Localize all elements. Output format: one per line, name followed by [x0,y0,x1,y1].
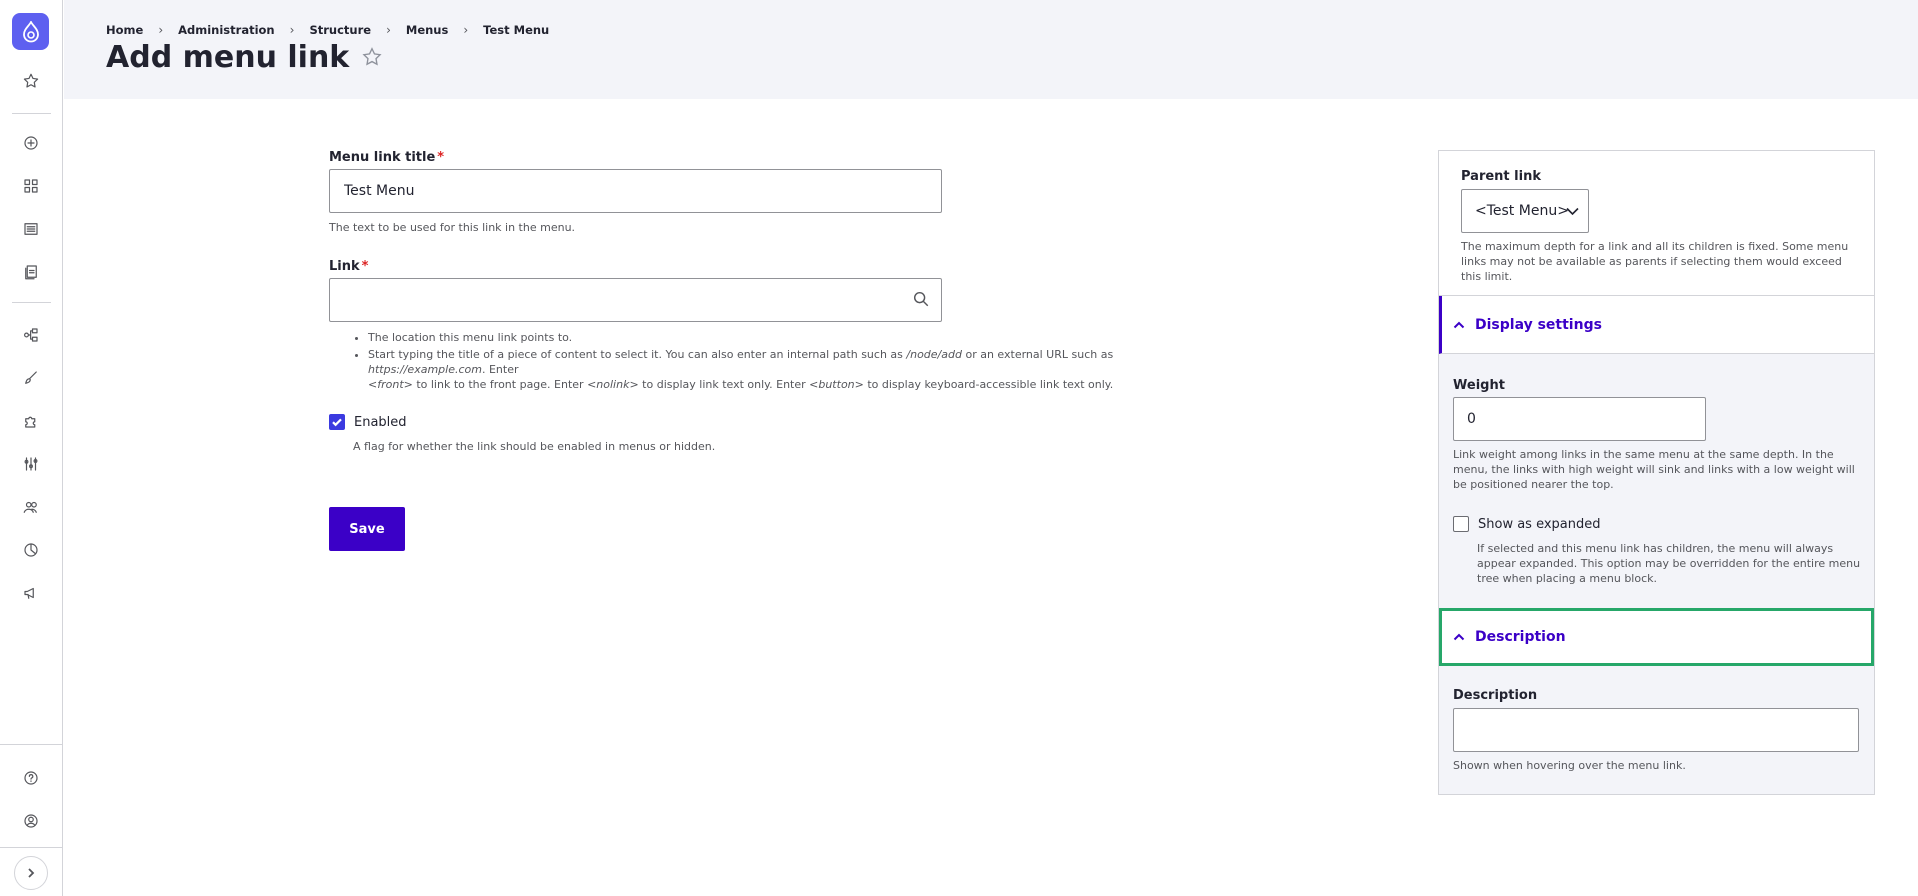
list-icon[interactable] [19,217,43,241]
parent-link-section: Parent link <Test Menu> The maximum dept… [1439,151,1874,296]
show-expanded-checkbox[interactable] [1453,516,1469,532]
link-help-list: The location this menu link points to. S… [368,330,1228,392]
description-input[interactable] [1453,708,1859,752]
parent-link-label: Parent link [1461,169,1541,184]
weight-label: Weight [1453,378,1505,393]
toolbar-divider [0,744,63,745]
drupal-logo-icon[interactable] [12,13,49,50]
description-toggle[interactable]: Description [1439,608,1874,666]
required-mark: * [361,259,369,274]
breadcrumb-menus[interactable]: Menus [406,23,448,37]
admin-toolbar [0,0,63,896]
description-section-label: Description [1475,629,1566,645]
link-help-item: The location this menu link points to. [368,330,1228,345]
link-input[interactable] [329,278,942,322]
chevron-up-icon [1453,321,1465,328]
plus-circle-icon[interactable] [19,131,43,155]
required-mark: * [437,150,445,165]
description-help: Shown when hovering over the menu link. [1453,759,1686,772]
page-header: Home › Administration › Structure › Menu… [64,0,1918,99]
menu-link-title-input[interactable] [329,169,942,213]
link-help-text: or an external URL such as [961,348,1114,361]
check-icon [332,418,342,427]
enabled-label[interactable]: Enabled [354,415,407,430]
puzzle-icon[interactable] [19,409,43,433]
weight-input[interactable]: 0 [1453,397,1706,441]
show-expanded-label[interactable]: Show as expanded [1478,517,1601,532]
display-settings-toggle[interactable]: Display settings [1439,296,1874,354]
breadcrumb-separator: › [289,23,295,37]
link-help-text: to display link text only. Enter [638,378,810,391]
save-button[interactable]: Save [329,507,405,551]
people-icon[interactable] [19,495,43,519]
link-help-text: The location this menu link points to. [368,331,573,344]
chevron-down-icon [1566,207,1579,216]
breadcrumb-home[interactable]: Home [106,23,143,37]
menu-link-title-label-text: Menu link title [329,150,436,165]
toolbar-divider [12,302,51,303]
page-title: Add menu link [106,40,385,75]
weight-value: 0 [1467,411,1476,427]
enabled-row: Enabled [329,414,1219,430]
link-help-example: <front> [368,378,413,391]
parent-link-select[interactable]: <Test Menu> [1461,189,1589,233]
description-label: Description [1453,688,1538,703]
structure-icon[interactable] [19,323,43,347]
link-help-item: Start typing the title of a piece of con… [368,347,1228,392]
breadcrumb-structure[interactable]: Structure [309,23,371,37]
show-expanded-row: Show as expanded [1453,516,1601,532]
chevron-up-icon [1453,633,1465,641]
user-icon[interactable] [19,809,43,833]
brush-icon[interactable] [19,366,43,390]
link-help-example: https://example.com [368,363,482,376]
megaphone-icon[interactable] [19,581,43,605]
sliders-icon[interactable] [19,452,43,476]
menu-link-sidebar: Parent link <Test Menu> The maximum dept… [1438,150,1875,795]
show-expanded-description: If selected and this menu link has child… [1477,542,1861,585]
toolbar-divider [0,847,63,848]
menu-link-title-label: Menu link title * [329,150,1219,165]
link-field [329,278,942,322]
files-icon[interactable] [19,260,43,284]
link-label-text: Link [329,259,360,274]
help-icon[interactable] [19,766,43,790]
enabled-description: A flag for whether the link should be en… [353,440,716,453]
parent-link-description: The maximum depth for a link and all its… [1461,240,1849,283]
link-label: Link * [329,259,1219,274]
parent-link-value: <Test Menu> [1475,203,1569,219]
star-icon[interactable] [19,69,43,93]
breadcrumb-administration[interactable]: Administration [178,23,275,37]
chart-icon[interactable] [19,538,43,562]
breadcrumb-separator: › [463,23,469,37]
menu-link-title-description: The text to be used for this link in the… [329,221,576,234]
enabled-checkbox[interactable] [329,414,345,430]
display-settings-label: Display settings [1475,316,1602,333]
link-help-text: . Enter [481,363,519,376]
toolbar-divider [12,113,51,114]
page-title-text: Add menu link [106,40,350,75]
link-help-example: /node/add [906,348,962,361]
expand-toolbar-button[interactable] [14,856,48,890]
chevron-right-icon [28,868,35,878]
link-help-text: Start typing the title of a piece of con… [368,348,907,361]
link-help-example: <nolink> [587,378,639,391]
breadcrumb: Home › Administration › Structure › Menu… [106,23,549,37]
menu-link-form: Menu link title* The text to be used for… [329,150,1219,551]
link-help-text: to link to the front page. Enter [412,378,588,391]
grid-icon[interactable] [19,174,43,198]
breadcrumb-test-menu[interactable]: Test Menu [483,23,549,37]
weight-description: Link weight among links in the same menu… [1453,448,1855,491]
breadcrumb-separator: › [386,23,391,37]
link-help-text: to display keyboard-accessible link text… [863,378,1114,391]
search-icon [912,290,932,310]
breadcrumb-separator: › [158,23,164,37]
star-icon[interactable] [361,46,385,70]
link-help-example: <button> [809,378,864,391]
